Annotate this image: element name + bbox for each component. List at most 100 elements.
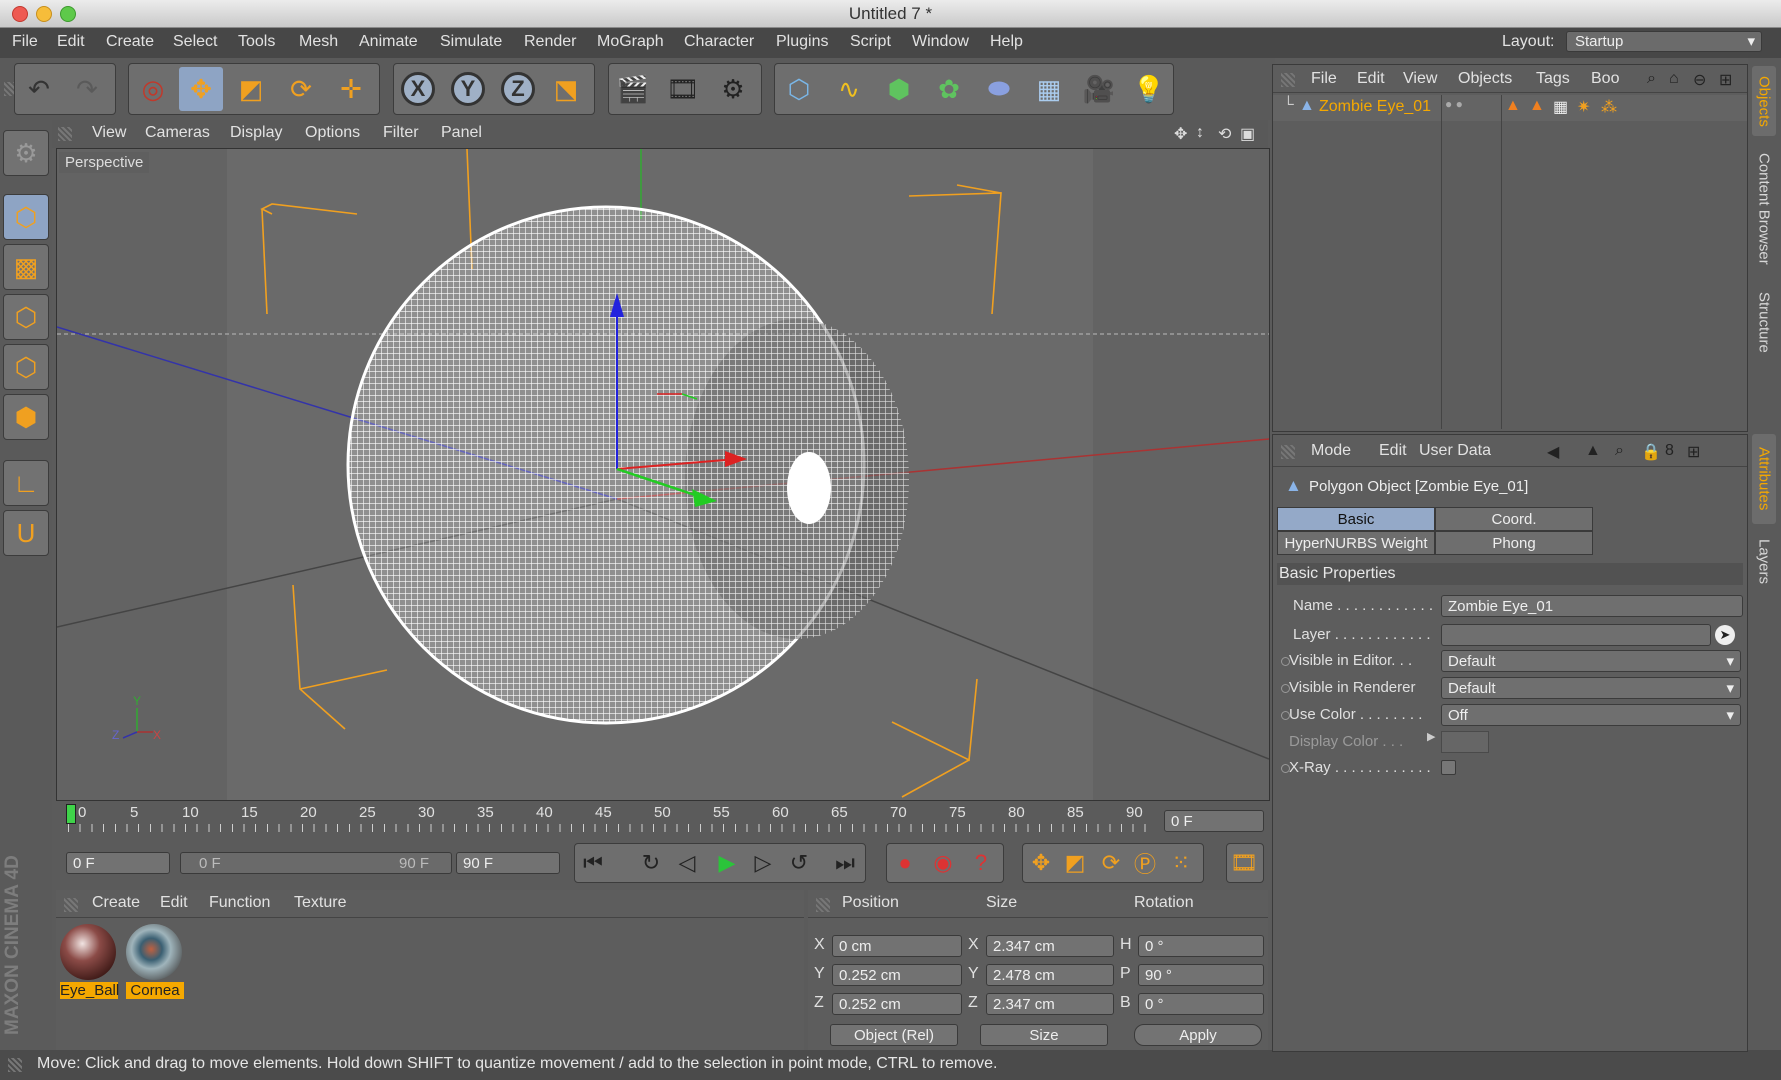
viewport-menu-view[interactable]: View	[92, 124, 126, 142]
material-cornea[interactable]: Cornea	[126, 924, 184, 1004]
menu-render[interactable]: Render	[524, 33, 576, 51]
loop-forward-icon[interactable]: ↺	[783, 847, 815, 879]
coordinate-mode-select[interactable]: Object (Rel)	[830, 1024, 958, 1046]
visible-in-renderer-select[interactable]: Default	[1441, 677, 1741, 699]
uvw-tag-icon[interactable]: ✷	[1577, 97, 1590, 117]
tab-hypernurbs-weight[interactable]: HyperNURBS Weight	[1277, 531, 1435, 555]
scale-tool-icon[interactable]: ◩	[229, 67, 273, 111]
pos-y-field[interactable]: 0.252 cm	[832, 964, 962, 986]
attribute-menu-edit[interactable]: Edit	[1379, 442, 1407, 460]
frame-range-slider[interactable]: 0 F 90 F	[180, 852, 452, 874]
play-icon[interactable]: ▶	[711, 847, 743, 879]
autokey-icon[interactable]: ◉	[927, 847, 959, 879]
tab-coord[interactable]: Coord.	[1435, 507, 1593, 531]
menu-help[interactable]: Help	[990, 33, 1023, 51]
tab-basic[interactable]: Basic	[1277, 507, 1435, 531]
points-mode-icon[interactable]: ⬡	[3, 294, 49, 340]
size-mode-select[interactable]: Size	[980, 1024, 1108, 1046]
nurbs-icon[interactable]: ⬢	[877, 67, 921, 111]
timeline-window-icon[interactable]: 🎞	[1228, 847, 1260, 879]
x-axis-lock-icon[interactable]: X	[396, 67, 440, 111]
menu-tools[interactable]: Tools	[238, 33, 275, 51]
object-menu-edit[interactable]: Edit	[1357, 70, 1385, 88]
menu-animate[interactable]: Animate	[359, 33, 418, 51]
viewport-nav-rotate-icon[interactable]: ⟲	[1218, 124, 1231, 144]
key-scale-icon[interactable]: ◩	[1059, 847, 1091, 879]
attribute-search-icon[interactable]: ⌕	[1615, 442, 1624, 460]
camera-icon[interactable]: 🎥	[1077, 67, 1121, 111]
menu-character[interactable]: Character	[684, 33, 754, 51]
side-tab-structure[interactable]: Structure	[1752, 282, 1776, 362]
move-tool-icon[interactable]: ✥	[179, 67, 223, 111]
viewport-label[interactable]: Perspective	[59, 152, 150, 173]
texture-mode-icon[interactable]: ▩	[3, 244, 49, 290]
render-view-icon[interactable]: 🎬	[611, 67, 655, 111]
object-new-window-icon[interactable]: ⊞	[1719, 70, 1732, 90]
menu-create[interactable]: Create	[106, 33, 154, 51]
live-selection-icon[interactable]: ◎	[131, 67, 175, 111]
object-search-icon[interactable]: ⌕	[1647, 70, 1656, 88]
size-z-field[interactable]: 2.347 cm	[986, 993, 1114, 1015]
go-to-start-icon[interactable]: ⏮	[577, 847, 609, 879]
keyframe-selection-icon[interactable]: ?	[965, 847, 997, 879]
make-editable-icon[interactable]: ⚙	[3, 130, 49, 176]
key-position-icon[interactable]: ✥	[1025, 847, 1057, 879]
perspective-viewport[interactable]: Perspective Y Z X	[56, 148, 1270, 801]
pos-z-field[interactable]: 0.252 cm	[832, 993, 962, 1015]
undo-icon[interactable]: ↶	[17, 67, 61, 111]
object-link-icon[interactable]: ⊖	[1693, 70, 1706, 90]
snap-magnet-icon[interactable]: U	[3, 510, 49, 556]
y-axis-lock-icon[interactable]: Y	[446, 67, 490, 111]
apply-button[interactable]: Apply	[1134, 1024, 1262, 1046]
xray-checkbox[interactable]	[1441, 760, 1456, 775]
name-field[interactable]: Zombie Eye_01	[1441, 595, 1743, 617]
menu-mesh[interactable]: Mesh	[299, 33, 338, 51]
pos-x-field[interactable]: 0 cm	[832, 935, 962, 957]
attribute-menu-user-data[interactable]: User Data	[1419, 442, 1491, 460]
viewport-nav-move-icon[interactable]: ✥	[1174, 124, 1187, 144]
key-parameter-icon[interactable]: Ⓟ	[1129, 847, 1161, 879]
side-tab-layers[interactable]: Layers	[1752, 532, 1776, 592]
z-axis-lock-icon[interactable]: Z	[496, 67, 540, 111]
visible-in-editor-select[interactable]: Default	[1441, 650, 1741, 672]
record-key-icon[interactable]: ●	[889, 847, 921, 879]
material-menu-edit[interactable]: Edit	[160, 894, 188, 912]
polygons-mode-icon[interactable]: ⬢	[3, 394, 49, 440]
visibility-dots-icon[interactable]: ● ●	[1445, 97, 1463, 111]
deformer-icon[interactable]: ⬬	[977, 67, 1021, 111]
material-menu-function[interactable]: Function	[209, 894, 270, 912]
side-tab-objects[interactable]: Objects	[1752, 66, 1776, 136]
back-arrow-icon[interactable]: ◀	[1547, 442, 1559, 462]
menu-window[interactable]: Window	[912, 33, 969, 51]
viewport-menu-display[interactable]: Display	[230, 124, 282, 142]
rot-p-field[interactable]: 90 °	[1138, 964, 1264, 986]
object-row-zombie-eye[interactable]: └ ▲ Zombie Eye_01 ● ● ▲ ▲ ▦ ✷ ⁂	[1273, 95, 1747, 121]
object-home-icon[interactable]: ⌂	[1669, 70, 1679, 88]
recent-tool-icon[interactable]: ✛	[329, 67, 373, 111]
go-to-end-icon[interactable]: ⏭	[829, 847, 861, 879]
tab-phong[interactable]: Phong	[1435, 531, 1593, 555]
display-color-swatch[interactable]	[1441, 731, 1489, 753]
lock-icon[interactable]: 🔒	[1641, 442, 1661, 462]
use-color-select[interactable]: Off	[1441, 704, 1741, 726]
light-icon[interactable]: 💡	[1127, 67, 1171, 111]
viewport-menu-cameras[interactable]: Cameras	[145, 124, 210, 142]
material-menu-create[interactable]: Create	[92, 894, 140, 912]
selection-tag-icon[interactable]: ⁂	[1601, 97, 1617, 117]
rotate-tool-icon[interactable]: ⟳	[279, 67, 323, 111]
size-y-field[interactable]: 2.478 cm	[986, 964, 1114, 986]
menu-mograph[interactable]: MoGraph	[597, 33, 664, 51]
menu-script[interactable]: Script	[850, 33, 891, 51]
current-frame-field[interactable]: 0 F	[1164, 810, 1264, 832]
viewport-layout-icon[interactable]: ▣	[1240, 124, 1255, 144]
viewport-nav-zoom-icon[interactable]: ↕	[1196, 124, 1204, 142]
rot-h-field[interactable]: 0 °	[1138, 935, 1264, 957]
menu-plugins[interactable]: Plugins	[776, 33, 828, 51]
timeline-ruler[interactable]: 0 5 10 15 20 25 30 35 40 45 50 55 60 65 …	[56, 804, 1268, 837]
texture-tag-icon[interactable]: ▦	[1553, 97, 1568, 117]
object-menu-tags[interactable]: Tags	[1536, 70, 1570, 88]
up-arrow-icon[interactable]: ▲	[1585, 442, 1601, 460]
end-frame-field[interactable]: 90 F	[456, 852, 560, 874]
render-picture-viewer-icon[interactable]: 🎞	[661, 67, 705, 111]
material-menu-texture[interactable]: Texture	[294, 894, 346, 912]
